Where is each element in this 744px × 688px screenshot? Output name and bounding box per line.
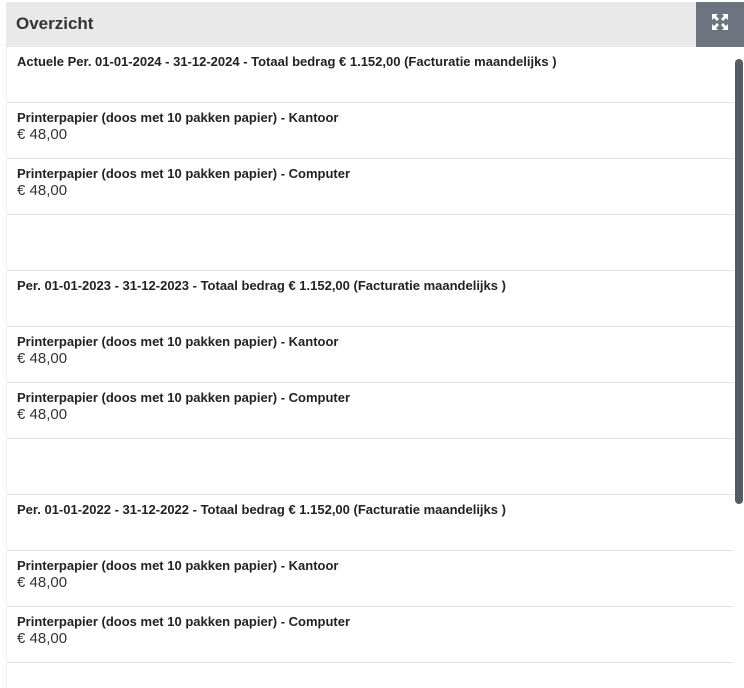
row-amount: € 48,00 [17, 182, 68, 199]
row-title: Printerpapier (doos met 10 pakken papier… [17, 390, 351, 405]
expand-button[interactable] [696, 2, 744, 47]
row-title: Printerpapier (doos met 10 pakken papier… [17, 334, 339, 349]
row-amount: € 48,00 [17, 126, 68, 143]
list-item: Printerpapier (doos met 10 pakken papier… [7, 607, 735, 663]
row-title: Actuele Per. 01-01-2024 - 31-12-2024 - T… [17, 54, 557, 69]
list-item: Printerpapier (doos met 10 pakken papier… [7, 551, 735, 607]
scrollbar-thumb[interactable] [735, 59, 743, 504]
spacer-row [7, 215, 735, 271]
overview-panel: Overzicht Actuele Per. 01-01-2024 - 31-1… [0, 0, 744, 688]
row-title: Per. 01-01-2023 - 31-12-2023 - Totaal be… [17, 278, 506, 293]
row-title: Per. 01-01-2022 - 31-12-2022 - Totaal be… [17, 502, 506, 517]
list-item: Printerpapier (doos met 10 pakken papier… [7, 327, 735, 383]
row-amount: € 48,00 [17, 350, 68, 367]
list-item: Printerpapier (doos met 10 pakken papier… [7, 159, 735, 215]
row-title: Printerpapier (doos met 10 pakken papier… [17, 558, 339, 573]
panel-header: Overzicht [6, 2, 744, 48]
overview-list[interactable]: Actuele Per. 01-01-2024 - 31-12-2024 - T… [6, 47, 735, 688]
period-header-row: Per. 01-01-2022 - 31-12-2022 - Totaal be… [7, 495, 735, 551]
expand-arrows-icon [712, 14, 728, 35]
row-title: Printerpapier (doos met 10 pakken papier… [17, 166, 351, 181]
row-title: Printerpapier (doos met 10 pakken papier… [17, 110, 339, 125]
period-header-row: Per. 01-01-2023 - 31-12-2023 - Totaal be… [7, 271, 735, 327]
row-amount: € 48,00 [17, 406, 68, 423]
period-header-row: Actuele Per. 01-01-2024 - 31-12-2024 - T… [7, 47, 735, 103]
list-item: Printerpapier (doos met 10 pakken papier… [7, 383, 735, 439]
row-amount: € 48,00 [17, 574, 68, 591]
row-title: Printerpapier (doos met 10 pakken papier… [17, 614, 351, 629]
panel-title: Overzicht [16, 14, 94, 33]
list-item: Printerpapier (doos met 10 pakken papier… [7, 103, 735, 159]
row-amount: € 48,00 [17, 630, 68, 647]
spacer-row [7, 439, 735, 495]
spacer-row [7, 663, 735, 688]
